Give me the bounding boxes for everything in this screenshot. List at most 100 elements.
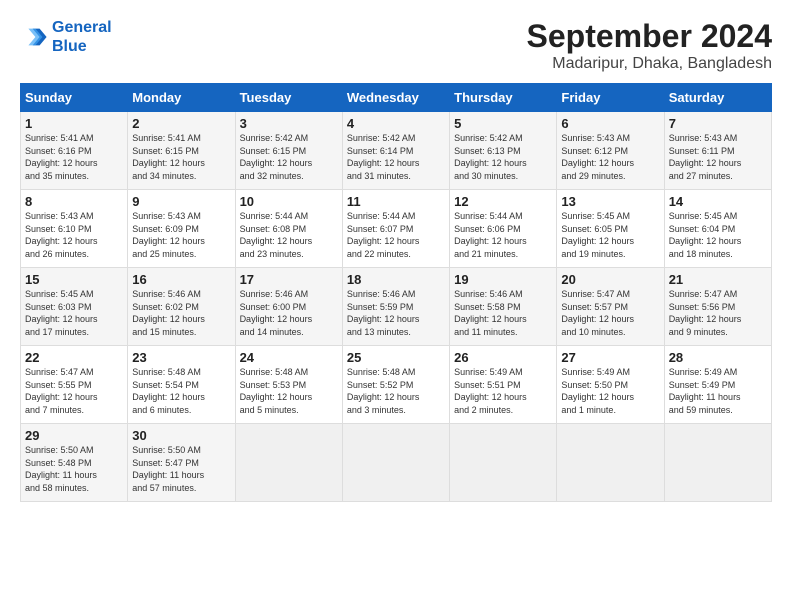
- day-number: 18: [347, 272, 445, 287]
- day-info: Sunrise: 5:42 AM Sunset: 6:13 PM Dayligh…: [454, 132, 552, 182]
- day-info: Sunrise: 5:45 AM Sunset: 6:05 PM Dayligh…: [561, 210, 659, 260]
- day-info: Sunrise: 5:47 AM Sunset: 5:55 PM Dayligh…: [25, 366, 123, 416]
- calendar-cell: 14Sunrise: 5:45 AM Sunset: 6:04 PM Dayli…: [664, 190, 771, 268]
- day-number: 26: [454, 350, 552, 365]
- day-number: 28: [669, 350, 767, 365]
- calendar-table: Sunday Monday Tuesday Wednesday Thursday…: [20, 83, 772, 502]
- day-info: Sunrise: 5:48 AM Sunset: 5:53 PM Dayligh…: [240, 366, 338, 416]
- calendar-cell: 4Sunrise: 5:42 AM Sunset: 6:14 PM Daylig…: [342, 112, 449, 190]
- day-number: 25: [347, 350, 445, 365]
- day-number: 30: [132, 428, 230, 443]
- calendar-cell: 22Sunrise: 5:47 AM Sunset: 5:55 PM Dayli…: [21, 346, 128, 424]
- calendar-cell: 25Sunrise: 5:48 AM Sunset: 5:52 PM Dayli…: [342, 346, 449, 424]
- day-number: 21: [669, 272, 767, 287]
- header: General Blue September 2024 Madaripur, D…: [20, 18, 772, 73]
- col-saturday: Saturday: [664, 84, 771, 112]
- day-number: 27: [561, 350, 659, 365]
- day-number: 7: [669, 116, 767, 131]
- week-row-4: 29Sunrise: 5:50 AM Sunset: 5:48 PM Dayli…: [21, 424, 772, 502]
- col-friday: Friday: [557, 84, 664, 112]
- logo-icon: [20, 23, 48, 51]
- calendar-cell: [450, 424, 557, 502]
- day-info: Sunrise: 5:49 AM Sunset: 5:51 PM Dayligh…: [454, 366, 552, 416]
- day-info: Sunrise: 5:42 AM Sunset: 6:15 PM Dayligh…: [240, 132, 338, 182]
- calendar-cell: 16Sunrise: 5:46 AM Sunset: 6:02 PM Dayli…: [128, 268, 235, 346]
- col-monday: Monday: [128, 84, 235, 112]
- title-block: September 2024 Madaripur, Dhaka, Banglad…: [527, 18, 772, 73]
- calendar-cell: [664, 424, 771, 502]
- day-number: 22: [25, 350, 123, 365]
- week-row-3: 22Sunrise: 5:47 AM Sunset: 5:55 PM Dayli…: [21, 346, 772, 424]
- day-number: 8: [25, 194, 123, 209]
- day-number: 19: [454, 272, 552, 287]
- day-info: Sunrise: 5:49 AM Sunset: 5:50 PM Dayligh…: [561, 366, 659, 416]
- calendar-cell: 29Sunrise: 5:50 AM Sunset: 5:48 PM Dayli…: [21, 424, 128, 502]
- day-number: 13: [561, 194, 659, 209]
- day-info: Sunrise: 5:43 AM Sunset: 6:10 PM Dayligh…: [25, 210, 123, 260]
- calendar-cell: 19Sunrise: 5:46 AM Sunset: 5:58 PM Dayli…: [450, 268, 557, 346]
- calendar-cell: 11Sunrise: 5:44 AM Sunset: 6:07 PM Dayli…: [342, 190, 449, 268]
- day-number: 9: [132, 194, 230, 209]
- day-info: Sunrise: 5:48 AM Sunset: 5:52 PM Dayligh…: [347, 366, 445, 416]
- day-info: Sunrise: 5:47 AM Sunset: 5:57 PM Dayligh…: [561, 288, 659, 338]
- logo-line2: Blue: [52, 38, 87, 55]
- day-number: 4: [347, 116, 445, 131]
- header-row: Sunday Monday Tuesday Wednesday Thursday…: [21, 84, 772, 112]
- logo-text: General Blue: [52, 18, 112, 56]
- day-info: Sunrise: 5:46 AM Sunset: 5:59 PM Dayligh…: [347, 288, 445, 338]
- day-info: Sunrise: 5:46 AM Sunset: 6:02 PM Dayligh…: [132, 288, 230, 338]
- calendar-cell: 9Sunrise: 5:43 AM Sunset: 6:09 PM Daylig…: [128, 190, 235, 268]
- day-number: 15: [25, 272, 123, 287]
- calendar-cell: 24Sunrise: 5:48 AM Sunset: 5:53 PM Dayli…: [235, 346, 342, 424]
- day-number: 12: [454, 194, 552, 209]
- day-number: 23: [132, 350, 230, 365]
- page-title: September 2024: [527, 18, 772, 55]
- day-number: 10: [240, 194, 338, 209]
- calendar-cell: 8Sunrise: 5:43 AM Sunset: 6:10 PM Daylig…: [21, 190, 128, 268]
- day-info: Sunrise: 5:44 AM Sunset: 6:08 PM Dayligh…: [240, 210, 338, 260]
- day-info: Sunrise: 5:48 AM Sunset: 5:54 PM Dayligh…: [132, 366, 230, 416]
- col-tuesday: Tuesday: [235, 84, 342, 112]
- calendar-cell: 1Sunrise: 5:41 AM Sunset: 6:16 PM Daylig…: [21, 112, 128, 190]
- day-info: Sunrise: 5:41 AM Sunset: 6:16 PM Dayligh…: [25, 132, 123, 182]
- week-row-2: 15Sunrise: 5:45 AM Sunset: 6:03 PM Dayli…: [21, 268, 772, 346]
- calendar-cell: [557, 424, 664, 502]
- day-number: 16: [132, 272, 230, 287]
- calendar-cell: 2Sunrise: 5:41 AM Sunset: 6:15 PM Daylig…: [128, 112, 235, 190]
- day-info: Sunrise: 5:49 AM Sunset: 5:49 PM Dayligh…: [669, 366, 767, 416]
- col-sunday: Sunday: [21, 84, 128, 112]
- calendar-cell: 21Sunrise: 5:47 AM Sunset: 5:56 PM Dayli…: [664, 268, 771, 346]
- calendar-cell: 26Sunrise: 5:49 AM Sunset: 5:51 PM Dayli…: [450, 346, 557, 424]
- calendar-cell: 5Sunrise: 5:42 AM Sunset: 6:13 PM Daylig…: [450, 112, 557, 190]
- day-info: Sunrise: 5:42 AM Sunset: 6:14 PM Dayligh…: [347, 132, 445, 182]
- calendar-cell: 23Sunrise: 5:48 AM Sunset: 5:54 PM Dayli…: [128, 346, 235, 424]
- calendar-cell: 6Sunrise: 5:43 AM Sunset: 6:12 PM Daylig…: [557, 112, 664, 190]
- day-info: Sunrise: 5:47 AM Sunset: 5:56 PM Dayligh…: [669, 288, 767, 338]
- day-number: 5: [454, 116, 552, 131]
- day-number: 11: [347, 194, 445, 209]
- day-info: Sunrise: 5:44 AM Sunset: 6:07 PM Dayligh…: [347, 210, 445, 260]
- day-info: Sunrise: 5:44 AM Sunset: 6:06 PM Dayligh…: [454, 210, 552, 260]
- day-info: Sunrise: 5:46 AM Sunset: 5:58 PM Dayligh…: [454, 288, 552, 338]
- day-info: Sunrise: 5:43 AM Sunset: 6:12 PM Dayligh…: [561, 132, 659, 182]
- day-info: Sunrise: 5:50 AM Sunset: 5:47 PM Dayligh…: [132, 444, 230, 494]
- day-number: 6: [561, 116, 659, 131]
- calendar-cell: [342, 424, 449, 502]
- day-info: Sunrise: 5:50 AM Sunset: 5:48 PM Dayligh…: [25, 444, 123, 494]
- calendar-cell: 28Sunrise: 5:49 AM Sunset: 5:49 PM Dayli…: [664, 346, 771, 424]
- day-number: 17: [240, 272, 338, 287]
- page: General Blue September 2024 Madaripur, D…: [0, 0, 792, 512]
- calendar-cell: [235, 424, 342, 502]
- calendar-cell: 27Sunrise: 5:49 AM Sunset: 5:50 PM Dayli…: [557, 346, 664, 424]
- day-number: 1: [25, 116, 123, 131]
- calendar-cell: 17Sunrise: 5:46 AM Sunset: 6:00 PM Dayli…: [235, 268, 342, 346]
- day-number: 24: [240, 350, 338, 365]
- calendar-cell: 3Sunrise: 5:42 AM Sunset: 6:15 PM Daylig…: [235, 112, 342, 190]
- calendar-cell: 10Sunrise: 5:44 AM Sunset: 6:08 PM Dayli…: [235, 190, 342, 268]
- calendar-cell: 20Sunrise: 5:47 AM Sunset: 5:57 PM Dayli…: [557, 268, 664, 346]
- day-info: Sunrise: 5:45 AM Sunset: 6:04 PM Dayligh…: [669, 210, 767, 260]
- day-number: 29: [25, 428, 123, 443]
- col-thursday: Thursday: [450, 84, 557, 112]
- calendar-cell: 18Sunrise: 5:46 AM Sunset: 5:59 PM Dayli…: [342, 268, 449, 346]
- calendar-cell: 7Sunrise: 5:43 AM Sunset: 6:11 PM Daylig…: [664, 112, 771, 190]
